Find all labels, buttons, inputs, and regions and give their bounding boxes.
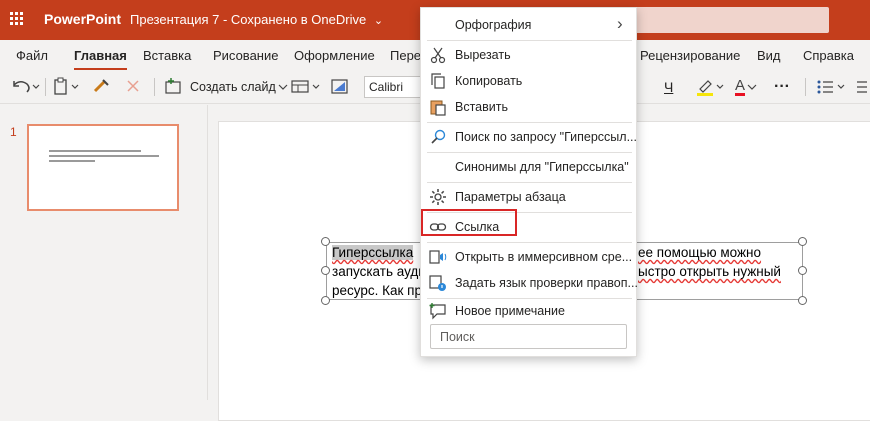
paste-button[interactable] [52, 76, 82, 98]
immersive-reader-icon [429, 250, 447, 264]
menu-item-new-comment[interactable]: Новое примечание [421, 298, 638, 324]
underline-glyph: Ч [664, 79, 674, 95]
resize-handle[interactable] [321, 266, 330, 275]
highlighter-icon [697, 80, 724, 96]
menu-item-label: Синонимы для "Гиперссылка" [455, 160, 629, 174]
format-painter-button[interactable] [92, 76, 110, 98]
new-slide-label: Создать слайд [190, 80, 276, 94]
resize-handle[interactable] [798, 296, 807, 305]
menu-item-label: Новое примечание [455, 304, 565, 318]
chevron-down-icon [278, 84, 288, 90]
menu-item-label: Поиск по запросу "Гиперссыл... [455, 130, 637, 144]
slide-number: 1 [10, 125, 17, 139]
menu-item-label: Орфография [455, 18, 532, 32]
more-options-button[interactable]: ··· [774, 76, 790, 98]
new-slide-button[interactable]: Создать слайд [164, 76, 290, 98]
resize-handle[interactable] [798, 237, 807, 246]
font-color-button[interactable]: A [735, 76, 759, 98]
app-name[interactable]: PowerPoint [44, 11, 121, 27]
document-title[interactable]: Презентация 7 - Сохранено в OneDrive ⌄ [130, 12, 383, 27]
chevron-right-icon: › [617, 14, 623, 33]
body-text-line2-tail: ыстро открыть нужный [638, 264, 781, 279]
menu-item-spelling[interactable]: Орфография › [421, 12, 638, 38]
tab-draw[interactable]: Рисование [213, 48, 278, 63]
layout-icon [291, 80, 320, 93]
menu-item-proofing-language[interactable]: Задать язык проверки правоп... [421, 270, 638, 296]
menu-item-copy[interactable]: Копировать [421, 68, 638, 94]
undo-icon [13, 81, 40, 93]
comment-icon [429, 303, 446, 320]
close-icon [127, 80, 139, 92]
chevron-down-icon: ⌄ [373, 15, 384, 27]
body-text-line3-head: ресурс. Как пр [332, 283, 422, 298]
search-box[interactable] [625, 7, 829, 33]
body-text-line2-head: запускать ауди [332, 264, 426, 279]
background-icon [331, 79, 348, 94]
more-icon: ··· [774, 78, 790, 95]
clipboard-icon [54, 77, 79, 95]
menu-item-label: Открыть в иммерсивном сре... [455, 250, 633, 264]
paste-icon [430, 100, 446, 116]
search-icon [431, 129, 446, 144]
selected-word[interactable]: Гиперссылка [332, 245, 414, 260]
tab-home[interactable]: Главная [74, 48, 127, 70]
menu-item-search[interactable]: Поиск по запросу "Гиперссыл... [421, 124, 638, 150]
menu-item-paragraph[interactable]: Параметры абзаца [421, 184, 638, 210]
slide-thumbnail[interactable] [27, 124, 179, 211]
menu-item-label: Вставить [455, 100, 508, 114]
new-slide-icon [165, 78, 181, 94]
menu-item-label: Задать язык проверки правоп... [455, 276, 638, 290]
tab-review[interactable]: Рецензирование [640, 48, 740, 63]
slide-thumbnails-pane: 1 [0, 105, 208, 400]
tab-design[interactable]: Оформление [294, 48, 375, 63]
menu-item-label: Вырезать [455, 48, 511, 62]
copy-icon [431, 73, 445, 89]
document-title-text: Презентация 7 - Сохранено в OneDrive [130, 12, 367, 27]
highlight-frame [421, 209, 517, 236]
tab-help[interactable]: Справка [803, 48, 854, 63]
numbering-icon [857, 81, 867, 93]
tab-insert[interactable]: Вставка [143, 48, 191, 63]
app-launcher-icon[interactable] [10, 12, 24, 26]
background-button[interactable] [330, 76, 350, 98]
gear-icon [430, 189, 446, 205]
numbering-button[interactable] [855, 76, 869, 98]
font-color-glyph: A [735, 77, 746, 96]
resize-handle[interactable] [321, 296, 330, 305]
format-painter-icon [93, 79, 109, 93]
menu-item-paste[interactable]: Вставить [421, 94, 638, 120]
language-icon [429, 275, 446, 291]
chevron-down-icon [747, 84, 757, 90]
menu-item-immersive-reader[interactable]: Открыть в иммерсивном сре... [421, 244, 638, 270]
tab-view[interactable]: Вид [757, 48, 781, 63]
font-name-field[interactable]: Calibri [364, 76, 424, 98]
bullets-button[interactable] [815, 76, 849, 98]
underline-button[interactable]: Ч [664, 76, 673, 98]
highlight-color-button[interactable] [695, 76, 725, 98]
context-menu-search-input[interactable]: Поиск [430, 324, 627, 349]
undo-button[interactable] [10, 76, 40, 98]
resize-handle[interactable] [798, 266, 807, 275]
menu-item-label: Копировать [455, 74, 523, 88]
clear-button[interactable] [124, 76, 142, 98]
body-text-line1-tail: ее помощью можно [638, 245, 762, 260]
menu-item-synonyms[interactable]: Синонимы для "Гиперссылка" [421, 154, 638, 180]
bullets-icon [817, 80, 845, 94]
layout-button[interactable] [290, 76, 324, 98]
context-menu: Орфография › Вырезать Копировать Вставит… [420, 7, 638, 357]
scissors-icon [430, 47, 446, 64]
tab-file[interactable]: Файл [16, 48, 48, 63]
menu-item-label: Параметры абзаца [455, 190, 566, 204]
menu-item-cut[interactable]: Вырезать [421, 42, 638, 68]
resize-handle[interactable] [321, 237, 330, 246]
